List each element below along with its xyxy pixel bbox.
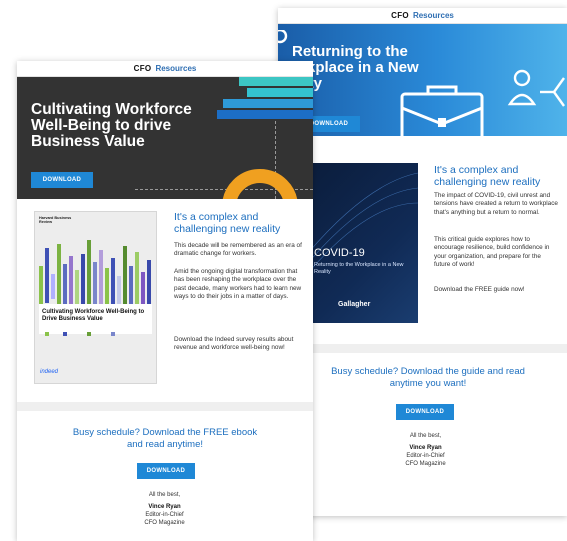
back-busy-download-button[interactable]: DOWNLOAD — [396, 404, 454, 420]
hbr-report-cover: Harvard Business Review Cultivating Work… — [34, 211, 157, 384]
resources-link[interactable]: Resources — [155, 64, 196, 73]
signer-role: Editor-in-Chief — [145, 512, 184, 518]
front-paragraph-3: Download the Indeed survey results about… — [174, 336, 294, 352]
signer-org: CFO Magazine — [144, 520, 185, 526]
deco-bar — [247, 88, 313, 97]
covid-guide-cover: COVID-19 Returning to the Workplace in a… — [308, 163, 418, 323]
front-paragraph-2: Amid the ongoing digital transformation … — [174, 268, 302, 301]
front-signature: All the best, Vince Ryan Editor-in-Chief… — [107, 491, 222, 527]
closing-text: All the best, — [409, 433, 442, 439]
network-person-icon — [507, 69, 565, 107]
hbr-logo: Harvard Business Review — [39, 216, 72, 225]
indeed-logo: indeed — [40, 369, 59, 375]
closing-text: All the best, — [148, 492, 181, 498]
half-person-icon — [278, 30, 288, 44]
front-hero-banner: Cultivating Workforce Well-Being to driv… — [17, 77, 313, 199]
back-email-topbar: CFO Resources — [278, 8, 567, 24]
signer-name: Vince Ryan — [148, 504, 181, 510]
front-hero-title: Cultivating Workforce Well-Being to driv… — [31, 101, 192, 150]
signer-role: Editor-in-Chief — [406, 453, 445, 459]
back-paragraph-2: This critical guide explores how to enco… — [434, 236, 550, 269]
gallagher-logo: Gallagher — [338, 301, 371, 308]
back-signature: All the best, Vince Ryan Editor-in-Chief… — [368, 432, 483, 468]
back-paragraph-3: Download the FREE guide now! — [434, 286, 525, 293]
resources-link[interactable]: Resources — [413, 11, 454, 20]
deco-bar — [217, 110, 313, 119]
back-hero-banner: Returning to the orkplace in a New ality… — [278, 24, 567, 138]
orange-ring-graphic — [222, 169, 298, 199]
back-busy-text: Busy schedule? Download the guide and re… — [331, 366, 525, 389]
hbr-cover-title: Cultivating Workforce Well-Being to Driv… — [42, 309, 145, 322]
cfo-logo: CFO — [133, 64, 152, 73]
signer-org: CFO Magazine — [405, 461, 446, 467]
deco-bar — [223, 99, 313, 108]
cfo-logo: CFO — [391, 11, 409, 20]
swirl-graphic — [308, 172, 418, 274]
front-busy-download-button[interactable]: DOWNLOAD — [137, 463, 195, 479]
cover-title: Returning to the Workplace in a New Real… — [314, 262, 404, 275]
front-email-topbar: CFO Resources — [17, 61, 313, 77]
briefcase-icon — [400, 85, 484, 138]
back-divider — [278, 344, 567, 353]
front-busy-text: Busy schedule? Download the FREE ebook a… — [72, 427, 258, 450]
front-heading: It's a complex and challenging new reali… — [174, 211, 281, 235]
back-email-preview: CFO Resources Returning to the orkplace … — [278, 8, 567, 516]
deco-bar — [239, 77, 313, 86]
cover-subtitle: COVID-19 — [314, 247, 365, 259]
front-hero-download-button[interactable]: DOWNLOAD — [31, 172, 93, 188]
signer-name: Vince Ryan — [409, 445, 442, 451]
front-divider — [17, 402, 313, 411]
back-heading: It's a complex and challenging new reali… — [434, 164, 541, 188]
back-paragraph-1: The impact of COVID-19, civil unrest and… — [434, 192, 558, 216]
front-paragraph-1: This decade will be remembered as an era… — [174, 242, 302, 258]
front-email-preview: CFO Resources Cultivating Workforce Well… — [17, 61, 313, 541]
